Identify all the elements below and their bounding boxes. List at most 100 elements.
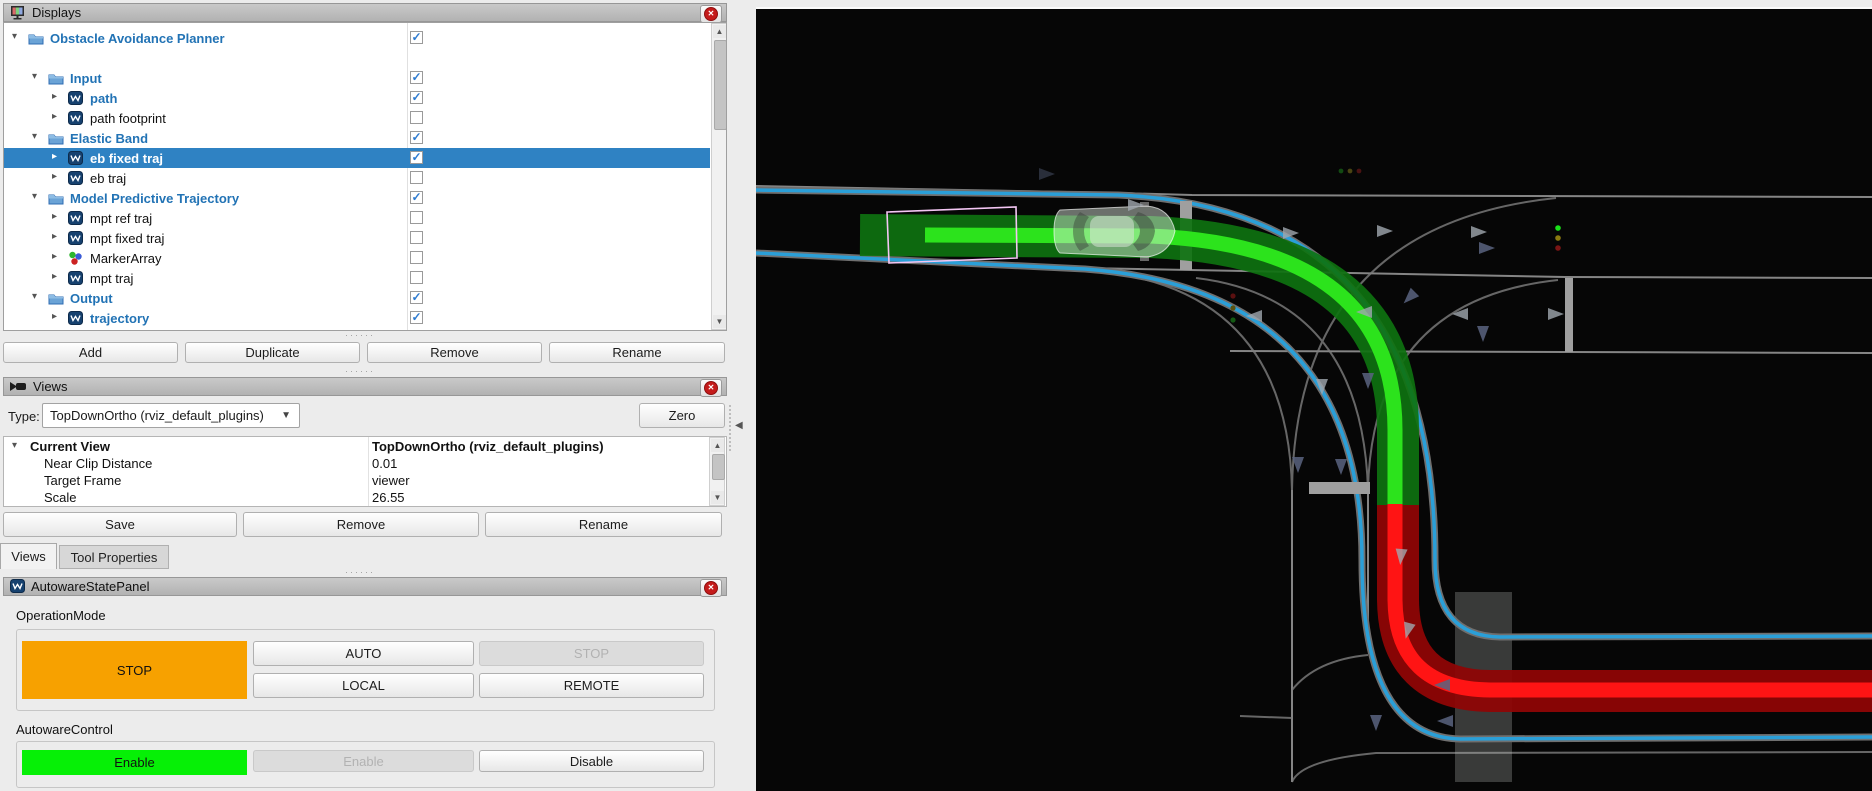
scroll-down-icon[interactable]: ▼ (711, 491, 724, 504)
expand-arrow-icon[interactable] (52, 171, 64, 185)
views-panel-header[interactable]: Views (3, 377, 727, 396)
displays-close-button[interactable] (700, 5, 722, 23)
property-row-scale[interactable]: Scale 26.55 (4, 490, 726, 507)
autoware-control-state: Enable (22, 750, 247, 775)
expand-arrow-icon[interactable] (52, 231, 64, 245)
expand-arrow-icon[interactable] (52, 271, 64, 285)
tree-item-eb-fixed-traj[interactable]: eb fixed traj (4, 148, 710, 168)
autoware-topic-icon (68, 151, 84, 165)
tree-item-markerarray[interactable]: MarkerArray (4, 248, 710, 268)
visibility-checkbox[interactable] (410, 191, 423, 204)
expand-arrow-icon[interactable] (32, 291, 44, 305)
autoware-close-button[interactable] (700, 579, 722, 597)
save-view-button[interactable]: Save (3, 512, 237, 537)
tree-item-elastic-band[interactable]: Elastic Band (4, 128, 710, 148)
tree-item-path-footprint[interactable]: path footprint (4, 108, 710, 128)
tree-scrollbar[interactable]: ▲ ▼ (711, 23, 727, 330)
tab-views[interactable]: Views (0, 543, 57, 569)
visibility-checkbox[interactable] (410, 291, 423, 304)
visibility-checkbox[interactable] (410, 251, 423, 264)
stop-button[interactable]: STOP (479, 641, 704, 666)
property-row-current-view[interactable]: Current View TopDownOrtho (rviz_default_… (4, 439, 726, 456)
splitter-handle[interactable]: ······ (345, 330, 375, 340)
expand-arrow-icon[interactable] (52, 91, 64, 105)
3d-viewport[interactable] (756, 0, 1872, 791)
folder-icon (48, 191, 64, 205)
visibility-checkbox[interactable] (410, 171, 423, 184)
properties-scrollbar[interactable]: ▲ ▼ (709, 437, 725, 506)
remove-button[interactable]: Remove (367, 342, 542, 363)
expand-arrow-icon[interactable] (52, 211, 64, 225)
expand-arrow-icon[interactable] (32, 71, 44, 85)
tab-tool-properties[interactable]: Tool Properties (59, 545, 169, 569)
tree-item-trajectory[interactable]: trajectory (4, 308, 710, 328)
views-camera-icon (10, 380, 27, 393)
auto-button[interactable]: AUTO (253, 641, 474, 666)
autoware-topic-icon (68, 111, 84, 125)
splitter-handle[interactable]: ······ (345, 366, 375, 376)
visibility-checkbox[interactable] (410, 231, 423, 244)
add-button[interactable]: Add (3, 342, 178, 363)
current-view-properties: Current View TopDownOrtho (rviz_default_… (3, 436, 727, 507)
disable-button[interactable]: Disable (479, 750, 704, 772)
tree-item-obstacle-avoidance-planner[interactable]: Obstacle Avoidance Planner (4, 28, 710, 48)
property-row-target-frame[interactable]: Target Frame viewer (4, 473, 726, 490)
tree-item-input[interactable]: Input (4, 68, 710, 88)
chevron-down-icon: ▼ (281, 410, 291, 421)
rename-view-button[interactable]: Rename (485, 512, 722, 537)
autoware-icon (10, 579, 25, 594)
visibility-checkbox[interactable] (410, 131, 423, 144)
visibility-checkbox[interactable] (410, 311, 423, 324)
expand-arrow-icon[interactable] (52, 311, 64, 325)
tree-item-output[interactable]: Output (4, 288, 710, 308)
expand-arrow-icon[interactable] (32, 191, 44, 205)
enable-button[interactable]: Enable (253, 750, 474, 772)
operation-mode-state: STOP (22, 641, 247, 699)
tree-item-path[interactable]: path (4, 88, 710, 108)
tree-item-mpt-ref-traj[interactable]: mpt ref traj (4, 208, 710, 228)
tree-item-mpt-traj[interactable]: mpt traj (4, 268, 710, 288)
visibility-checkbox[interactable] (410, 151, 423, 164)
property-row-near-clip[interactable]: Near Clip Distance 0.01 (4, 456, 726, 473)
tree-item-model-predictive-trajectory[interactable]: Model Predictive Trajectory (4, 188, 710, 208)
splitter-handle[interactable]: ······ (345, 567, 375, 577)
expand-arrow-icon[interactable] (52, 251, 64, 265)
expand-arrow-icon[interactable] (32, 131, 44, 145)
visibility-checkbox[interactable] (410, 111, 423, 124)
visibility-checkbox[interactable] (410, 71, 423, 84)
autoware-topic-icon (68, 231, 84, 245)
zero-button[interactable]: Zero (639, 403, 725, 428)
folder-icon (28, 31, 44, 45)
visibility-checkbox[interactable] (410, 31, 423, 44)
visibility-checkbox[interactable] (410, 91, 423, 104)
expand-arrow-icon[interactable] (52, 111, 64, 125)
expand-arrow-icon[interactable] (52, 151, 64, 165)
panel-splitter[interactable] (729, 405, 731, 451)
visibility-checkbox[interactable] (410, 271, 423, 284)
remote-button[interactable]: REMOTE (479, 673, 704, 698)
views-close-button[interactable] (700, 379, 722, 397)
operation-mode-group: STOP AUTO STOP LOCAL REMOTE (16, 629, 715, 711)
tree-item-mpt-fixed-traj[interactable]: mpt fixed traj (4, 228, 710, 248)
close-icon (704, 581, 718, 595)
visibility-checkbox[interactable] (410, 211, 423, 224)
scroll-up-icon[interactable]: ▲ (711, 439, 724, 452)
local-button[interactable]: LOCAL (253, 673, 474, 698)
remove-view-button[interactable]: Remove (243, 512, 479, 537)
scene (756, 0, 1872, 791)
expand-arrow-icon[interactable] (12, 31, 24, 45)
scrollbar-thumb[interactable] (712, 454, 725, 480)
collapse-panel-icon[interactable]: ◀ (735, 420, 743, 431)
scrollbar-thumb[interactable] (714, 40, 727, 130)
scroll-down-icon[interactable]: ▼ (713, 315, 726, 328)
autoware-panel-header[interactable]: AutowareStatePanel (3, 577, 727, 596)
tree-item-eb-traj[interactable]: eb traj (4, 168, 710, 188)
duplicate-button[interactable]: Duplicate (185, 342, 360, 363)
displays-panel-header[interactable]: Displays (3, 3, 727, 22)
rviz-window: Displays Obstacle Avoidance Planner Inpu… (0, 0, 1872, 791)
autoware-topic-icon (68, 311, 84, 325)
expand-arrow-icon[interactable] (12, 440, 24, 454)
view-type-dropdown[interactable]: TopDownOrtho (rviz_default_plugins) ▼ (42, 403, 300, 428)
scroll-up-icon[interactable]: ▲ (713, 25, 726, 38)
rename-button[interactable]: Rename (549, 342, 725, 363)
